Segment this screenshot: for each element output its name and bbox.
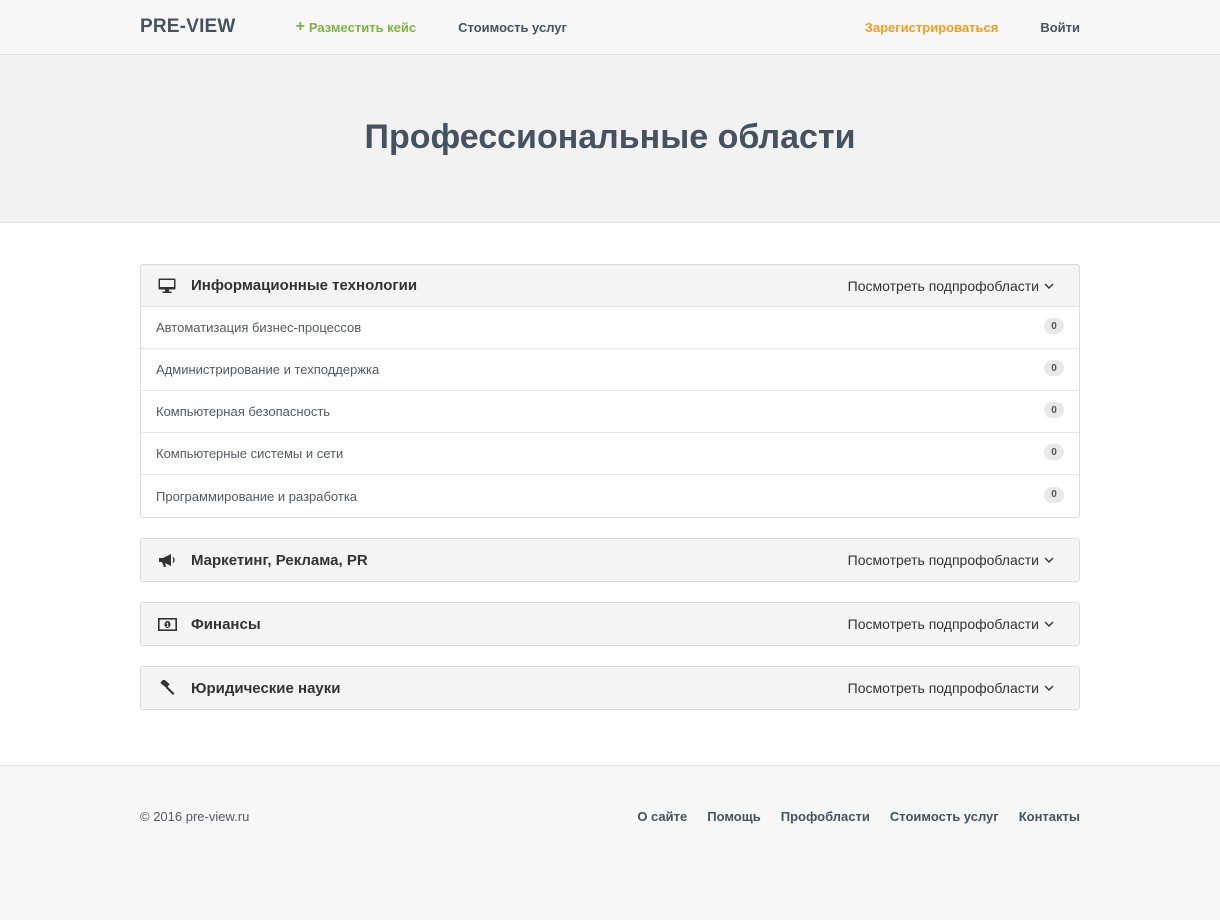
subarea-item[interactable]: Компьютерная безопасность 0 [141,391,1079,433]
login-link[interactable]: Войти [1040,20,1080,35]
panel-title: Маркетинг, Реклама, PR [191,551,368,569]
toggle-label: Посмотреть подпрофобласти [847,616,1039,632]
panel-header[interactable]: Юридические науки Посмотреть подпрофобла… [141,667,1079,709]
register-link[interactable]: Зарегистрироваться [865,20,999,35]
add-case-link[interactable]: + Разместить кейс [296,19,417,35]
gavel-icon [157,680,177,696]
count-badge: 0 [1044,318,1064,334]
panel-title: Информационные технологии [191,277,418,294]
toggle-label: Посмотреть подпрофобласти [847,680,1039,696]
chevron-down-icon [1044,685,1054,691]
pricing-link[interactable]: Стоимость услуг [458,20,567,35]
footer-link-contacts[interactable]: Контакты [1019,809,1080,824]
chevron-down-icon [1044,283,1054,289]
megaphone-icon [157,552,177,568]
chevron-down-icon [1044,621,1054,627]
view-subareas-toggle[interactable]: Посмотреть подпрофобласти [848,552,1054,568]
count-badge: 0 [1044,444,1064,460]
footer-link-areas[interactable]: Профобласти [781,809,870,824]
chevron-down-icon [1044,557,1054,563]
panel-header[interactable]: 1 Финансы Посмотреть подпрофобласти [141,603,1079,645]
auth-links: Зарегистрироваться Войти [823,20,1080,35]
subarea-label: Компьютерные системы и сети [156,446,344,461]
plus-icon: + [295,18,305,35]
panel-law: Юридические науки Посмотреть подпрофобла… [140,666,1080,710]
copyright-text: © 2016 pre-view.ru [140,809,250,824]
subarea-label: Администрирование и техподдержка [156,362,380,377]
footer-nav: О сайте Помощь Профобласти Стоимость усл… [617,809,1080,824]
add-case-label: Разместить кейс [308,19,417,35]
toggle-label: Посмотреть подпрофобласти [847,552,1039,568]
professional-areas-list: Информационные технологии Посмотреть под… [140,264,1080,710]
subarea-item[interactable]: Автоматизация бизнес-процессов 0 [141,307,1079,349]
subarea-label: Автоматизация бизнес-процессов [156,320,362,335]
page-title: Профессиональные области [364,118,856,156]
view-subareas-toggle[interactable]: Посмотреть подпрофобласти [848,616,1054,632]
subarea-label: Программирование и разработка [156,488,358,504]
footer-link-help[interactable]: Помощь [707,809,760,824]
panel-it: Информационные технологии Посмотреть под… [140,264,1080,518]
panel-title: Финансы [191,615,261,633]
view-subareas-toggle[interactable]: Посмотреть подпрофобласти [848,680,1054,696]
monitor-icon [157,278,177,294]
panel-marketing: Маркетинг, Реклама, PR Посмотреть подпро… [140,538,1080,582]
panel-title: Юридические науки [191,679,341,697]
view-subareas-toggle[interactable]: Посмотреть подпрофобласти [848,278,1054,294]
panel-header[interactable]: Маркетинг, Реклама, PR Посмотреть подпро… [141,539,1079,581]
count-badge: 0 [1044,402,1064,418]
top-navbar: PRE-VIEW + Разместить кейс Стоимость усл… [0,0,1220,55]
subarea-item[interactable]: Компьютерные системы и сети 0 [141,433,1079,475]
footer-link-about[interactable]: О сайте [637,809,687,824]
footer-link-pricing[interactable]: Стоимость услуг [890,809,999,824]
count-badge: 0 [1044,360,1064,376]
toggle-label: Посмотреть подпрофобласти [847,277,1039,294]
page-footer: © 2016 pre-view.ru О сайте Помощь Профоб… [0,765,1220,920]
subarea-item[interactable]: Администрирование и техподдержка 0 [141,349,1079,391]
subarea-item[interactable]: Программирование и разработка 0 [141,475,1079,517]
page-hero: Профессиональные области [0,55,1220,223]
money-icon: 1 [157,616,177,632]
panel-finance: 1 Финансы Посмотреть подпрофобласти [140,602,1080,646]
count-badge: 0 [1044,486,1064,503]
panel-header[interactable]: Информационные технологии Посмотреть под… [141,265,1079,307]
brand-logo[interactable]: PRE-VIEW [140,16,236,38]
subarea-label: Компьютерная безопасность [156,404,331,419]
